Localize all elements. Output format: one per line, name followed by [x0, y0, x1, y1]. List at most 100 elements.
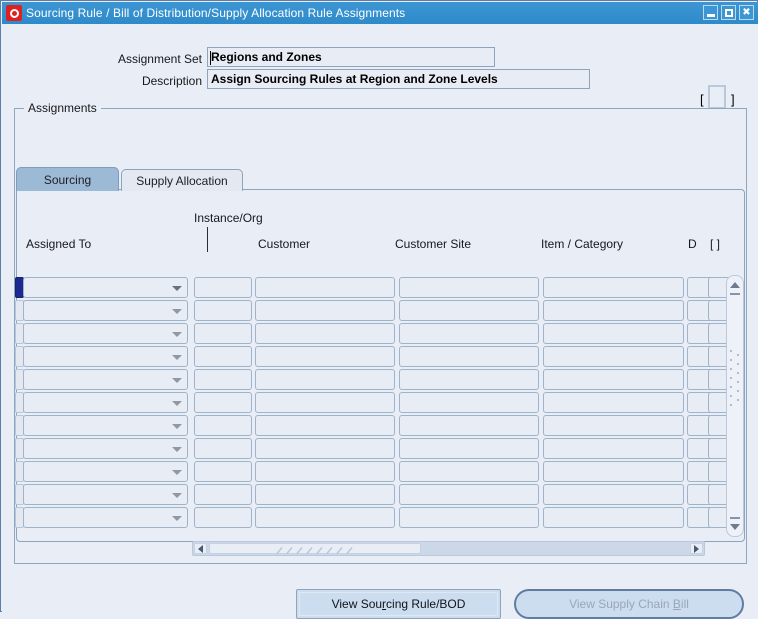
cell-item_category[interactable]: [543, 507, 684, 528]
cell-item_category[interactable]: [543, 277, 684, 298]
cell-instance_org[interactable]: [194, 438, 252, 459]
tab-sourcing[interactable]: Sourcing: [16, 167, 119, 191]
cell-customer_site[interactable]: [399, 369, 539, 390]
cell-assigned_to[interactable]: [23, 461, 188, 482]
chevron-down-icon[interactable]: [172, 308, 182, 314]
chevron-down-icon[interactable]: [172, 285, 182, 291]
grid-horizontal-scrollbar[interactable]: [192, 541, 705, 556]
cell-instance_org[interactable]: [194, 346, 252, 367]
cell-assigned_to[interactable]: [23, 507, 188, 528]
cell-customer_site[interactable]: [399, 346, 539, 367]
tab-supply-allocation-label: Supply Allocation: [136, 173, 228, 188]
group-border-right: [746, 108, 747, 563]
cell-customer[interactable]: [255, 461, 395, 482]
description-input[interactable]: [207, 69, 590, 89]
view-sourcing-rule-post: cing Rule/BOD: [386, 597, 466, 611]
cell-customer[interactable]: [255, 415, 395, 436]
cell-assigned_to[interactable]: [23, 277, 188, 298]
cell-item_category[interactable]: [543, 484, 684, 505]
cell-item_category[interactable]: [543, 392, 684, 413]
cell-assigned_to[interactable]: [23, 346, 188, 367]
chevron-down-icon[interactable]: [172, 446, 182, 452]
cell-customer[interactable]: [255, 346, 395, 367]
cell-instance_org[interactable]: [194, 277, 252, 298]
cell-item_category[interactable]: [543, 346, 684, 367]
cell-assigned_to[interactable]: [23, 323, 188, 344]
scroll-left-arrow-icon[interactable]: [194, 543, 207, 554]
oracle-logo-icon: [6, 5, 22, 21]
cell-customer[interactable]: [255, 438, 395, 459]
cell-customer[interactable]: [255, 323, 395, 344]
view-sourcing-rule-bod-button[interactable]: View Sourcing Rule/BOD: [296, 589, 501, 619]
cell-instance_org[interactable]: [194, 461, 252, 482]
cell-assigned_to[interactable]: [23, 300, 188, 321]
cell-customer_site[interactable]: [399, 461, 539, 482]
cell-customer_site[interactable]: [399, 277, 539, 298]
chevron-down-icon[interactable]: [172, 331, 182, 337]
cell-customer_site[interactable]: [399, 507, 539, 528]
cell-item_category[interactable]: [543, 369, 684, 390]
cell-instance_org[interactable]: [194, 369, 252, 390]
cell-customer_site[interactable]: [399, 300, 539, 321]
cell-customer[interactable]: [255, 300, 395, 321]
cell-instance_org[interactable]: [194, 392, 252, 413]
minimize-button[interactable]: [703, 5, 718, 20]
cell-assigned_to[interactable]: [23, 415, 188, 436]
tab-supply-allocation[interactable]: Supply Allocation: [121, 169, 243, 191]
cell-customer_site[interactable]: [399, 438, 539, 459]
column-header-customer: Customer: [258, 237, 311, 251]
cell-customer[interactable]: [255, 369, 395, 390]
cell-customer[interactable]: [255, 507, 395, 528]
cell-instance_org[interactable]: [194, 484, 252, 505]
chevron-down-icon[interactable]: [172, 400, 182, 406]
view-supply-chain-mnemonic: B: [672, 597, 681, 611]
chevron-down-icon[interactable]: [172, 423, 182, 429]
cell-item_category[interactable]: [543, 461, 684, 482]
cell-instance_org[interactable]: [194, 300, 252, 321]
cell-item_category[interactable]: [543, 438, 684, 459]
scrollbar-thumb-grip[interactable]: [728, 348, 742, 410]
cell-instance_org[interactable]: [194, 415, 252, 436]
cell-customer_site[interactable]: [399, 415, 539, 436]
cell-customer_site[interactable]: [399, 323, 539, 344]
cell-item_category[interactable]: [543, 415, 684, 436]
horizontal-scrollbar-thumb[interactable]: [209, 543, 421, 554]
cell-assigned_to[interactable]: [23, 392, 188, 413]
cell-item_category[interactable]: [543, 300, 684, 321]
chevron-down-icon[interactable]: [172, 469, 182, 475]
cell-item_category[interactable]: [543, 323, 684, 344]
close-button[interactable]: ✖: [739, 5, 754, 20]
cell-customer_site[interactable]: [399, 484, 539, 505]
scroll-right-arrow-icon[interactable]: [690, 543, 703, 554]
chevron-down-icon[interactable]: [172, 515, 182, 521]
view-supply-chain-pre: View Supply Chain: [569, 597, 673, 611]
cell-instance_org[interactable]: [194, 323, 252, 344]
chevron-down-icon[interactable]: [172, 354, 182, 360]
view-supply-chain-post: ill: [680, 597, 689, 611]
cell-customer[interactable]: [255, 392, 395, 413]
chevron-down-icon[interactable]: [172, 492, 182, 498]
cell-instance_org[interactable]: [194, 507, 252, 528]
scroll-up-arrow-icon[interactable]: [727, 277, 743, 293]
header-flag-checkbox[interactable]: [708, 85, 726, 109]
cell-customer[interactable]: [255, 277, 395, 298]
cell-assigned_to[interactable]: [23, 484, 188, 505]
maximize-button[interactable]: [721, 5, 736, 20]
cell-customer_site[interactable]: [399, 392, 539, 413]
assignments-group-label: Assignments: [24, 101, 101, 115]
view-supply-chain-bill-button[interactable]: View Supply Chain Bill: [514, 589, 744, 619]
instance-org-pointer-tick: [207, 227, 208, 252]
cell-assigned_to[interactable]: [23, 438, 188, 459]
grid-vertical-scrollbar[interactable]: [726, 275, 744, 537]
description-label: Description: [141, 74, 202, 88]
assignment-set-input[interactable]: [207, 47, 495, 67]
cell-customer[interactable]: [255, 484, 395, 505]
column-header-customer-site: Customer Site: [395, 237, 472, 251]
scroll-down-arrow-icon[interactable]: [727, 519, 743, 535]
close-icon: ✖: [742, 6, 751, 18]
chevron-down-icon[interactable]: [172, 377, 182, 383]
text-caret: [210, 51, 211, 65]
group-border-bottom: [14, 563, 747, 564]
cell-assigned_to[interactable]: [23, 369, 188, 390]
bracket-close-label: ]: [731, 92, 735, 107]
